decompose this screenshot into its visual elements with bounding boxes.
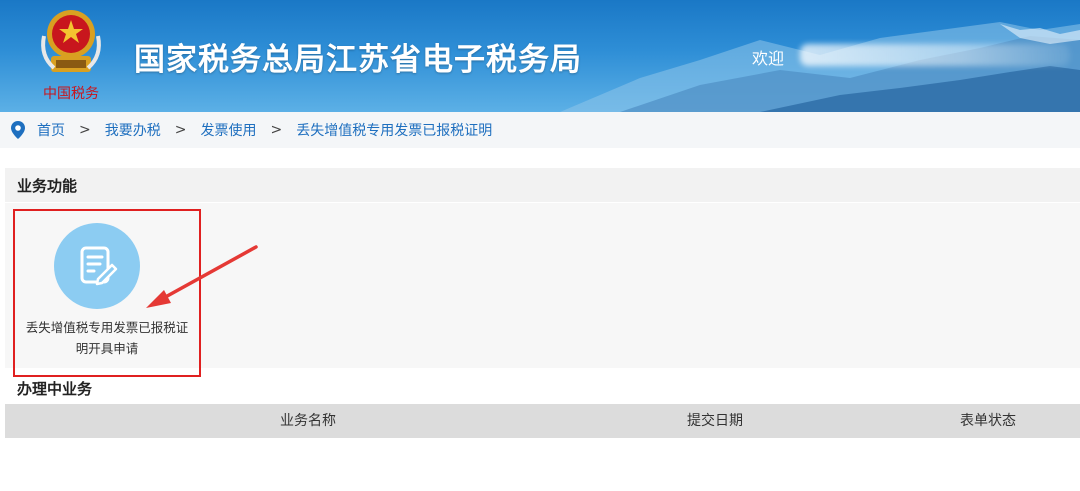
in-progress-table-header: 业务名称 提交日期 表单状态 [5, 404, 1080, 438]
breadcrumb-current-page: 丢失增值税专用发票已报税证明 [296, 123, 493, 139]
breadcrumb-tax-services[interactable]: 我要办税 [105, 120, 161, 140]
redacted-username [800, 44, 1070, 66]
site-title: 国家税务总局江苏省电子税务局 [134, 42, 582, 78]
national-tax-emblem: 中国税务 [36, 6, 106, 106]
breadcrumb-home[interactable]: 首页 [37, 120, 65, 140]
welcome-text: 欢迎 [752, 49, 785, 68]
column-header-form-status: 表单状态 [960, 413, 1016, 429]
function-tile-lost-invoice-certificate[interactable]: 丢失增值税专用发票已报税证明开具申请 [13, 209, 201, 377]
breadcrumb-separator: > [270, 122, 283, 138]
breadcrumb-separator: > [79, 122, 91, 138]
document-edit-icon [54, 223, 140, 309]
function-tile-label: 丢失增值税专用发票已报税证明开具申请 [25, 320, 189, 356]
breadcrumb: 首页 > 我要办税 > 发票使用 > 丢失增值税专用发票已报税证明 [0, 112, 1080, 148]
in-progress-business-title: 办理中业务 [17, 380, 93, 398]
column-header-business-name: 业务名称 [280, 413, 336, 429]
site-header: 中国税务 国家税务总局江苏省电子税务局 欢迎 [0, 0, 1080, 112]
location-pin-icon [11, 121, 25, 139]
svg-text:中国税务: 中国税务 [43, 86, 99, 102]
business-functions-header: 业务功能 [5, 168, 1080, 202]
breadcrumb-separator: > [174, 122, 187, 138]
breadcrumb-invoice-use[interactable]: 发票使用 [200, 120, 256, 140]
column-header-submit-date: 提交日期 [687, 413, 743, 429]
